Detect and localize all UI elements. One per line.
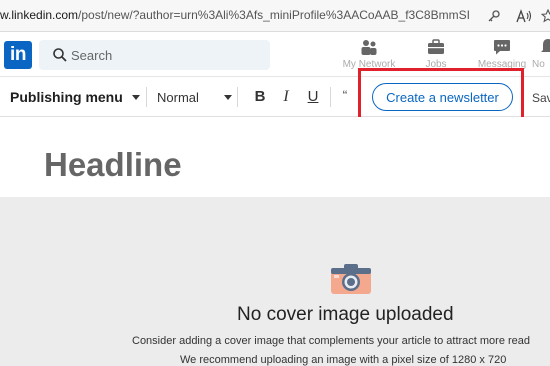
text-style-dropdown[interactable]: Normal (157, 90, 232, 105)
favorites-star-icon[interactable] (538, 6, 550, 26)
text-style-label: Normal (157, 90, 199, 105)
underline-button[interactable]: U (304, 88, 322, 105)
toolbar-divider (237, 87, 238, 107)
publishing-menu-label: Publishing menu (10, 89, 123, 105)
browser-address-bar: w.linkedin.com/post/new/?author=urn%3Ali… (0, 0, 550, 32)
headline-input[interactable]: Headline (44, 146, 182, 184)
toolbar-divider (330, 87, 331, 107)
chevron-down-icon (131, 94, 140, 100)
cover-hint-text: Consider adding a cover image that compl… (132, 335, 531, 347)
save-button[interactable]: Sav (532, 91, 550, 105)
briefcase-icon (428, 39, 444, 54)
nav-label-notifications: No (532, 59, 545, 70)
key-icon[interactable] (484, 6, 504, 26)
people-icon (361, 40, 377, 55)
nav-notifications[interactable]: No (532, 37, 550, 73)
search-input[interactable] (71, 46, 261, 64)
chat-icon (494, 40, 510, 55)
address-url[interactable]: w.linkedin.com/post/new/?author=urn%3Ali… (0, 8, 470, 22)
search-box[interactable] (39, 40, 270, 70)
url-host: w.linkedin.com (0, 8, 79, 22)
publishing-menu-dropdown[interactable]: Publishing menu (10, 89, 140, 105)
chevron-down-icon (223, 95, 232, 100)
cover-size-hint: We recommend uploading an image with a p… (180, 354, 507, 366)
quote-button[interactable]: “ (336, 87, 354, 103)
bold-button[interactable]: B (251, 88, 269, 105)
headline-area: Headline (0, 117, 550, 197)
read-aloud-icon[interactable] (514, 6, 534, 26)
search-icon (53, 48, 67, 62)
linkedin-logo[interactable]: in (4, 41, 32, 69)
cover-image-area[interactable]: No cover image uploaded Consider adding … (0, 197, 550, 366)
logo-text: in (10, 44, 26, 65)
italic-button[interactable]: I (277, 88, 295, 106)
cover-title: No cover image uploaded (237, 304, 454, 325)
camera-icon (331, 264, 371, 294)
url-path: /post/new/?author=urn%3Ali%3Afs_miniProf… (78, 8, 470, 22)
bell-icon (541, 39, 550, 52)
toolbar-divider (146, 87, 147, 107)
